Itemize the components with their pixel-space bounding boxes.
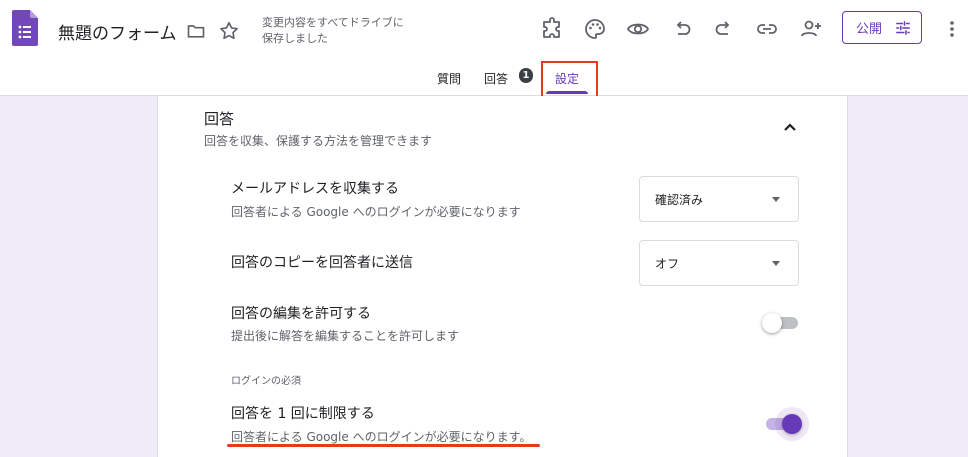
collect-email-dropdown[interactable]: 確認済み xyxy=(639,176,799,222)
limit-one-subtitle: 回答者による Google へのログインが必要になります。 xyxy=(231,430,532,444)
collect-email-value: 確認済み xyxy=(655,192,704,207)
login-required-label: ログインの必須 xyxy=(231,376,301,387)
sliders-icon xyxy=(896,20,910,35)
publish-label: 公開 xyxy=(856,22,883,37)
tab-responses[interactable]: 回答 xyxy=(484,70,508,87)
link-icon[interactable] xyxy=(755,17,779,41)
allow-edit-subtitle: 提出後に解答を編集することを許可します xyxy=(231,329,460,343)
send-copy-dropdown[interactable]: オフ xyxy=(639,240,799,286)
send-copy-value: オフ xyxy=(655,256,680,271)
more-vert-icon[interactable] xyxy=(940,17,964,41)
puzzle-addon-icon[interactable] xyxy=(540,17,564,41)
form-title[interactable]: 無題のフォーム xyxy=(58,19,177,44)
save-status-line2: 保存しました xyxy=(262,32,328,45)
redo-icon[interactable] xyxy=(712,17,736,41)
send-copy-title: 回答のコピーを回答者に送信 xyxy=(231,255,413,271)
top-app-bar: 無題のフォーム 変更内容をすべてドライブに 保存しました 公開 質問 回答 1 … xyxy=(0,0,968,96)
add-collaborator-icon[interactable] xyxy=(799,17,823,41)
folder-icon[interactable] xyxy=(186,21,206,41)
publish-button[interactable]: 公開 xyxy=(842,11,922,44)
toggle-thumb xyxy=(762,313,782,333)
forms-logo-icon[interactable] xyxy=(12,10,38,46)
collect-email-subtitle: 回答者による Google へのログインが必要になります xyxy=(231,205,521,219)
settings-tab-highlight xyxy=(541,61,598,100)
dropdown-arrow-icon xyxy=(772,197,780,202)
preview-eye-icon[interactable] xyxy=(626,17,650,41)
chevron-up-icon[interactable] xyxy=(778,116,802,140)
allow-edit-title: 回答の編集を許可する xyxy=(231,306,371,322)
section-subtitle: 回答を収集、保護する方法を管理できます xyxy=(204,134,433,148)
dropdown-arrow-icon xyxy=(772,261,780,266)
save-status-line1: 変更内容をすべてドライブに xyxy=(262,16,404,29)
limit-one-toggle[interactable] xyxy=(762,414,802,434)
responses-settings-card: 回答 回答を収集、保護する方法を管理できます メールアドレスを収集する 回答者に… xyxy=(157,96,848,457)
limit-one-title: 回答を 1 回に制限する xyxy=(231,406,375,422)
tab-questions[interactable]: 質問 xyxy=(437,70,461,87)
responses-count-badge: 1 xyxy=(519,68,533,83)
collect-email-title: メールアドレスを収集する xyxy=(231,181,399,197)
toggle-thumb xyxy=(782,414,802,434)
undo-icon[interactable] xyxy=(670,17,694,41)
section-title: 回答 xyxy=(204,110,235,128)
allow-edit-toggle[interactable] xyxy=(762,313,802,333)
star-icon[interactable] xyxy=(218,20,240,42)
annotation-underline xyxy=(227,444,540,447)
palette-icon[interactable] xyxy=(583,17,607,41)
form-tabs: 質問 回答 1 設定 xyxy=(0,60,968,96)
save-status: 変更内容をすべてドライブに 保存しました xyxy=(262,15,422,47)
